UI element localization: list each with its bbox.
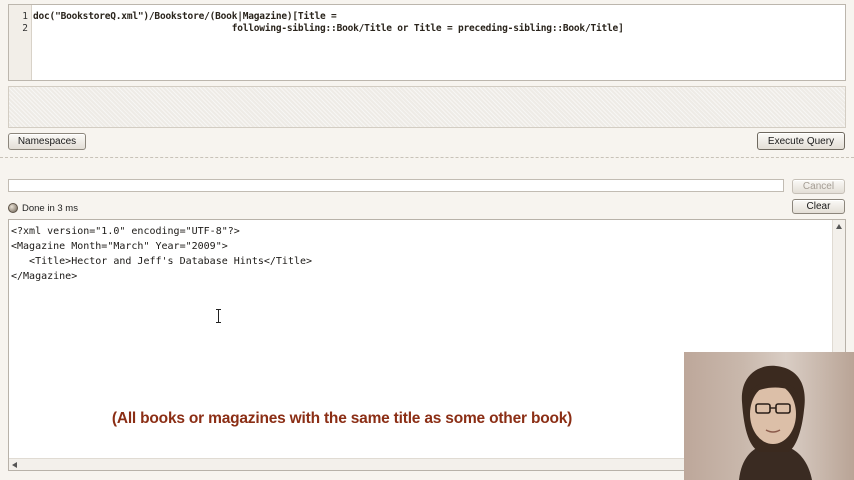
progress-bar	[8, 179, 784, 192]
scroll-left-icon[interactable]	[12, 462, 17, 468]
query-variables-panel	[8, 86, 846, 128]
line-number-2: 2	[22, 23, 28, 34]
status-text: Done in 3 ms	[22, 202, 78, 214]
line-number-1: 1	[22, 11, 28, 22]
result-line-3: <Title>Hector and Jeff's Database Hints<…	[11, 256, 313, 267]
query-line-1[interactable]: doc("BookstoreQ.xml")/Bookstore/(Book|Ma…	[33, 11, 337, 22]
line-number-gutter: 1 2	[9, 5, 32, 80]
presenter-webcam	[684, 352, 854, 480]
query-line-2[interactable]: following-sibling::Book/Title or Title =…	[33, 23, 624, 34]
status-line: Done in 3 ms	[8, 201, 78, 215]
result-line-1: <?xml version="1.0" encoding="UTF-8"?>	[11, 226, 240, 237]
execute-query-button[interactable]: Execute Query	[757, 132, 845, 150]
status-indicator-icon	[8, 203, 18, 213]
query-editor[interactable]: 1 2 doc("BookstoreQ.xml")/Bookstore/(Boo…	[8, 4, 846, 81]
text-cursor-icon	[216, 309, 221, 323]
namespaces-button[interactable]: Namespaces	[8, 133, 86, 150]
cancel-button[interactable]: Cancel	[792, 179, 845, 194]
pane-splitter[interactable]	[0, 157, 854, 160]
result-line-4: </Magazine>	[11, 271, 78, 282]
video-caption: (All books or magazines with the same ti…	[111, 410, 573, 427]
result-line-2: <Magazine Month="March" Year="2009">	[11, 241, 228, 252]
scroll-up-icon[interactable]	[836, 224, 842, 229]
presenter-figure	[739, 365, 812, 480]
clear-button[interactable]: Clear	[792, 199, 845, 214]
